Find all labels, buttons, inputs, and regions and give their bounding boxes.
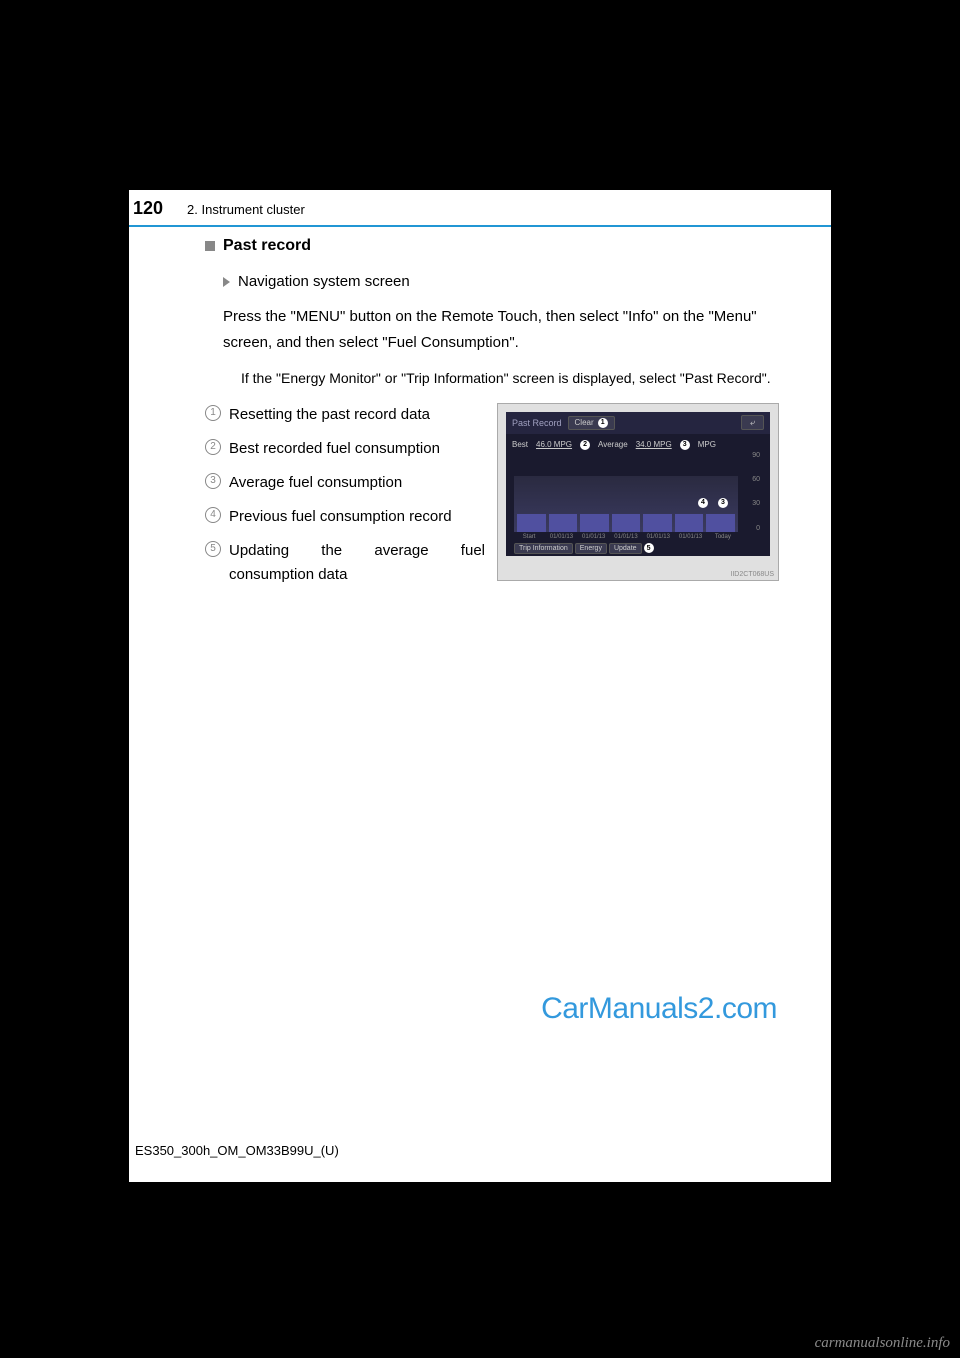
numbered-list: 1 Resetting the past record data 2 Best … <box>205 403 485 597</box>
chart-bar <box>580 514 609 532</box>
sub-heading-text: Navigation system screen <box>238 273 410 290</box>
instruction-paragraph: Press the "MENU" button on the Remote To… <box>223 304 783 355</box>
section-title: 2. Instrument cluster <box>187 202 305 217</box>
list-item: 2 Best recorded fuel consumption <box>205 437 485 461</box>
screenshot-y-axis: 90 60 30 0 <box>740 452 762 532</box>
circled-number-icon: 4 <box>205 507 221 523</box>
bottom-watermark: carmanualsonline.info <box>815 1335 950 1352</box>
circled-number-icon: 5 <box>205 541 221 557</box>
callout-3b-icon: 3 <box>718 498 728 508</box>
page-header: 120 2. Instrument cluster <box>129 190 831 219</box>
update-tab: Update <box>609 543 642 554</box>
page-number: 120 <box>133 198 163 219</box>
unit-label: MPG <box>698 440 716 449</box>
chart-bar <box>675 514 704 532</box>
heading-text: Past record <box>223 237 311 255</box>
heading-row: Past record <box>205 237 783 255</box>
document-code: ES350_300h_OM_OM33B99U_(U) <box>135 1143 339 1158</box>
circled-number-icon: 1 <box>205 405 221 421</box>
callout-3-icon: 3 <box>680 440 690 450</box>
energy-tab: Energy <box>575 543 607 554</box>
callout-1-icon: 1 <box>598 418 608 428</box>
square-bullet-icon <box>205 241 215 251</box>
back-button: ⤶ <box>741 415 764 430</box>
circled-number-icon: 3 <box>205 473 221 489</box>
image-code: IID2CT068US <box>730 571 774 578</box>
list-item-text: Best recorded fuel consumption <box>229 437 485 461</box>
callout-5-icon: 5 <box>644 543 654 553</box>
trip-info-tab: Trip Information <box>514 543 573 554</box>
list-item-text: Updating the average fuel consumption da… <box>229 539 485 587</box>
watermark: CarManuals2.com <box>541 992 777 1026</box>
manual-page: 120 2. Instrument cluster Past record Na… <box>129 190 831 1182</box>
chart-bar <box>549 514 578 532</box>
list-item-text: Average fuel consumption <box>229 471 485 495</box>
triangle-right-icon <box>223 277 230 287</box>
screenshot-inner: Past Record Clear 1 ⤶ Best 46.0 MPG 2 <box>506 412 770 556</box>
best-label: Best <box>512 440 528 449</box>
screenshot-x-axis: Start 01/01/13 01/01/13 01/01/13 01/01/1… <box>514 534 738 540</box>
screenshot-header: Past Record Clear 1 ⤶ <box>506 412 770 434</box>
sub-heading-row: Navigation system screen <box>223 273 783 290</box>
screenshot-title: Past Record <box>512 418 562 428</box>
chart-bar <box>706 514 735 532</box>
list-item-text: Previous fuel consumption record <box>229 505 485 529</box>
callout-4-icon: 4 <box>698 498 708 508</box>
callout-2-icon: 2 <box>580 440 590 450</box>
list-item-text: Resetting the past record data <box>229 403 485 427</box>
screenshot-column: Past Record Clear 1 ⤶ Best 46.0 MPG 2 <box>497 403 783 597</box>
screenshot-values: Best 46.0 MPG 2 Average 34.0 MPG 3 MPG <box>506 434 770 456</box>
list-item: 3 Average fuel consumption <box>205 471 485 495</box>
screenshot-footer: Trip Information Energy Update 5 <box>514 543 762 554</box>
avg-label: Average <box>598 440 628 449</box>
chart-bar <box>517 514 546 532</box>
page-content: Past record Navigation system screen Pre… <box>129 227 831 597</box>
two-column-layout: 1 Resetting the past record data 2 Best … <box>205 403 783 597</box>
avg-value: 34.0 MPG <box>636 440 672 449</box>
circled-number-icon: 2 <box>205 439 221 455</box>
nav-system-screenshot: Past Record Clear 1 ⤶ Best 46.0 MPG 2 <box>497 403 779 581</box>
list-item: 4 Previous fuel consumption record <box>205 505 485 529</box>
chart-bar <box>643 514 672 532</box>
best-value: 46.0 MPG <box>536 440 572 449</box>
clear-button: Clear 1 <box>568 416 615 430</box>
chart-bar <box>612 514 641 532</box>
note-paragraph: If the "Energy Monitor" or "Trip Informa… <box>241 367 783 391</box>
list-item: 5 Updating the average fuel consumption … <box>205 539 485 587</box>
list-item: 1 Resetting the past record data <box>205 403 485 427</box>
